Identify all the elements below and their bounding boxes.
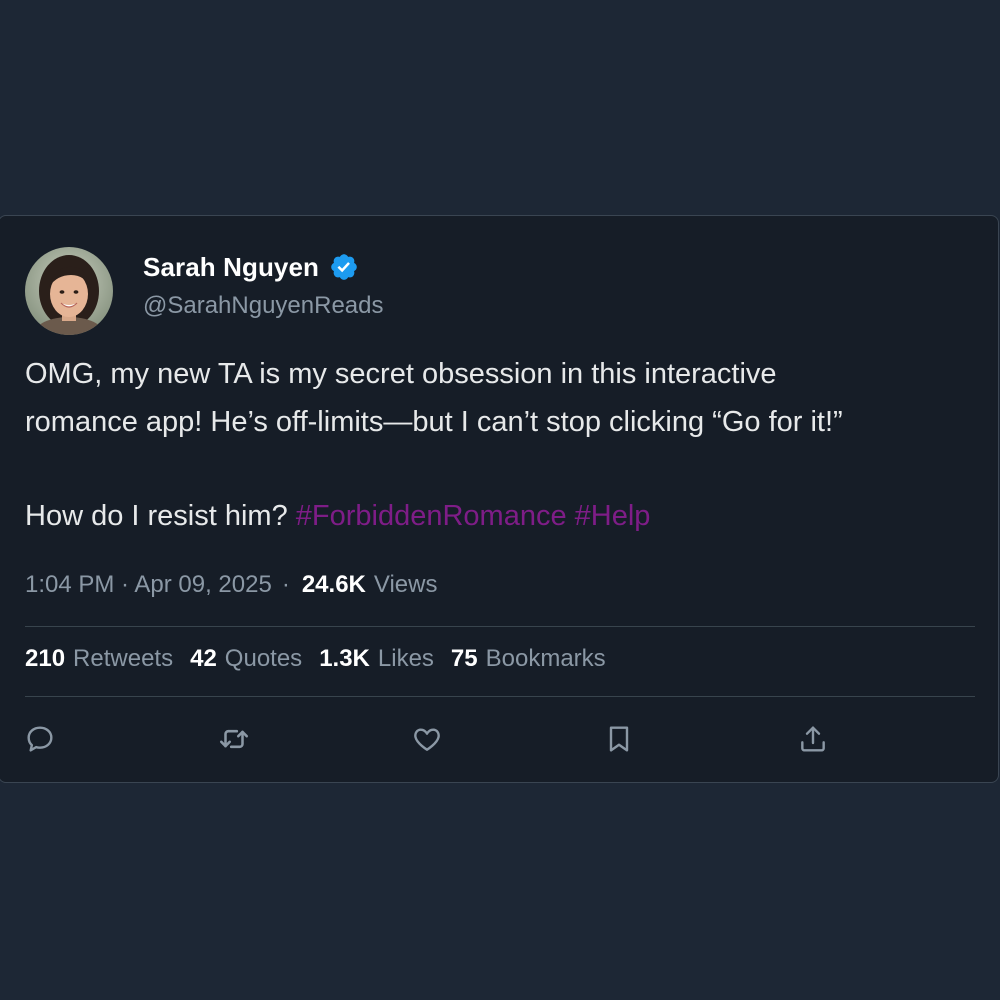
tweet-timestamp[interactable]: 1:04 PM · Apr 09, 2025 <box>25 571 272 599</box>
hashtag-link[interactable]: #Help <box>575 500 651 532</box>
tweet-text-line: romance app! He’s off-limits—but I can’t… <box>25 406 843 438</box>
like-button[interactable] <box>409 721 445 757</box>
bookmarks-count: 75 <box>450 645 478 672</box>
divider <box>25 696 975 697</box>
engagement-stats: 210 Retweets 42 Quotes 1.3K Likes 75 Bookmar… <box>25 645 623 673</box>
hashtag-link[interactable]: #ForbiddenRomance <box>296 500 567 532</box>
tweet-text-line: How do I resist him? #ForbiddenRomance #… <box>25 492 975 540</box>
quotes-count: 42 <box>190 645 217 672</box>
retweets-stat[interactable]: 210 Retweets <box>25 645 173 673</box>
quotes-label: Quotes <box>224 645 303 672</box>
share-button[interactable] <box>795 721 831 757</box>
tweet-text-line: OMG, my new TA is my secret obsession in… <box>25 358 777 390</box>
tweet-actions-bar <box>0 721 999 757</box>
retweets-label: Retweets <box>73 645 174 672</box>
retweet-button[interactable] <box>216 721 252 757</box>
author-display-name[interactable]: Sarah Nguyen <box>143 252 319 283</box>
author-handle[interactable]: @SarahNguyenReads <box>143 292 384 320</box>
verified-badge-icon <box>329 252 359 282</box>
avatar-image <box>25 247 113 335</box>
retweet-icon <box>219 729 249 749</box>
bookmark-button[interactable] <box>601 721 637 757</box>
tweet-body: OMG, my new TA is my secret obsession in… <box>25 350 975 540</box>
tweet-text-plain: How do I resist him? <box>25 500 288 532</box>
tweet-card: Sarah Nguyen @SarahNguyenReads OMG, my n… <box>0 215 999 783</box>
meta-separator: · <box>281 571 290 598</box>
reply-button[interactable] <box>22 721 58 757</box>
likes-label: Likes <box>377 645 434 672</box>
tweet-meta: 1:04 PM · Apr 09, 2025 · 24.6K Views <box>25 571 437 599</box>
quotes-stat[interactable]: 42 Quotes <box>190 645 302 673</box>
reply-icon <box>27 726 53 752</box>
avatar[interactable] <box>25 247 113 335</box>
bookmarks-label: Bookmarks <box>485 645 606 672</box>
views-label: Views <box>373 571 438 598</box>
like-icon <box>414 728 440 751</box>
author-name-row: Sarah Nguyen <box>143 249 359 285</box>
likes-stat[interactable]: 1.3K Likes <box>319 645 434 673</box>
likes-count: 1.3K <box>319 645 370 672</box>
share-icon <box>801 726 825 752</box>
retweets-count: 210 <box>25 645 66 672</box>
bookmark-icon <box>609 726 629 752</box>
views-count: 24.6K <box>301 571 366 598</box>
bookmarks-stat[interactable]: 75 Bookmarks <box>451 645 606 673</box>
divider <box>25 626 975 627</box>
